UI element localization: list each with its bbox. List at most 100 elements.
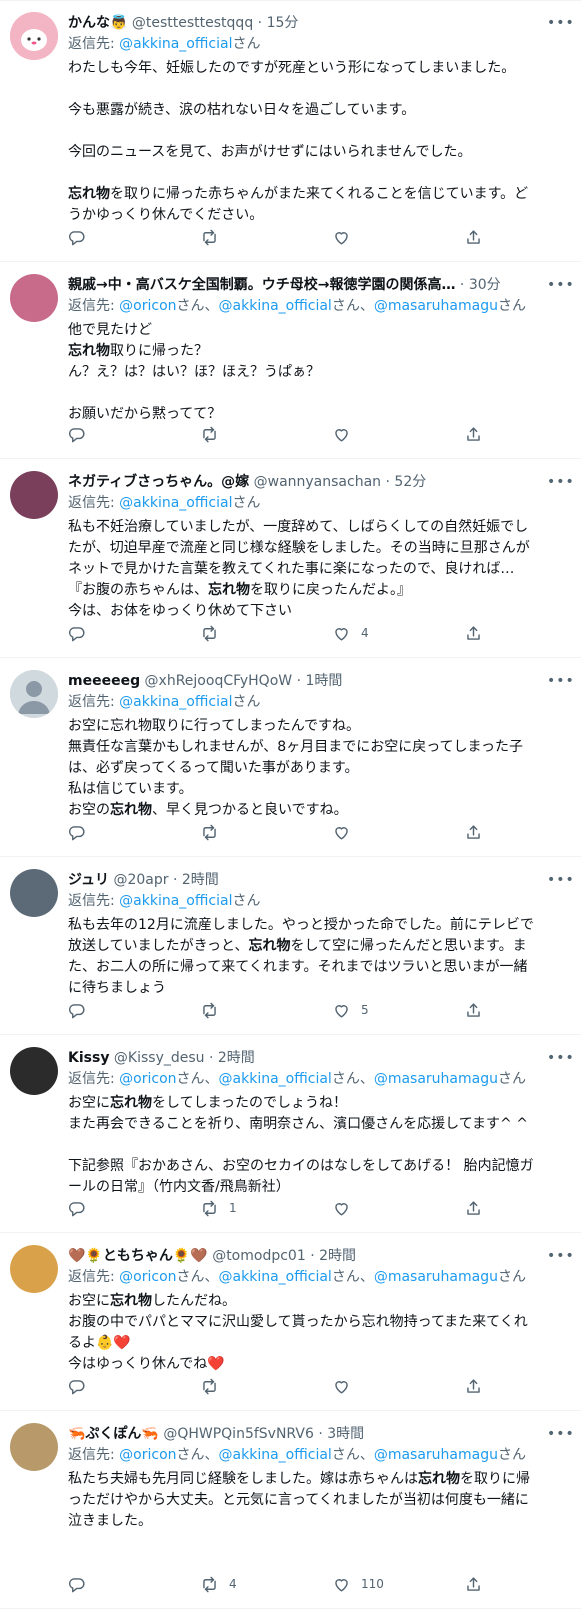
- avatar[interactable]: [10, 1245, 58, 1293]
- tweet[interactable]: 親戚→中・高バスケ全国制覇。ウチ母校→報徳学園の関係高… · 30分 ••• 返信先…: [0, 262, 581, 459]
- mention-link[interactable]: @akkina_official: [219, 1071, 332, 1087]
- more-options-icon[interactable]: •••: [547, 13, 574, 33]
- reply-button[interactable]: [68, 821, 87, 843]
- display-name[interactable]: 🦐ぷくぽん🦐: [68, 1426, 159, 1442]
- mention-link[interactable]: @akkina_official: [119, 694, 232, 710]
- user-handle[interactable]: @xhRejooqCFyHQoW: [145, 673, 293, 689]
- reply-button[interactable]: [68, 622, 87, 644]
- avatar[interactable]: [10, 1047, 58, 1095]
- avatar[interactable]: [10, 12, 58, 60]
- mention-link[interactable]: @oricon: [119, 298, 176, 314]
- reply-button[interactable]: [68, 1375, 87, 1397]
- user-handle[interactable]: @testtesttestqqq: [132, 15, 253, 31]
- like-button[interactable]: [332, 1197, 351, 1219]
- tweet[interactable]: かんな👼 @testtesttestqqq · 15分 ••• 返信先: @akki…: [0, 0, 581, 262]
- mention-link[interactable]: @oricon: [119, 1071, 176, 1087]
- tweet[interactable]: 🦐ぷくぽん🦐 @QHWPQin5fSvNRV6 · 3時間 ••• 返信先: @or…: [0, 1411, 581, 1609]
- more-options-icon[interactable]: •••: [547, 870, 574, 890]
- tweet[interactable]: meeeeeg @xhRejooqCFyHQoW · 1時間 ••• 返信先: @a…: [0, 658, 581, 857]
- display-name[interactable]: ジュリ: [68, 872, 109, 888]
- reply-button[interactable]: [68, 1197, 87, 1219]
- tweet[interactable]: ネガティブさっちゃん。@嫁 @wannyansachan · 52分 ••• 返信先…: [0, 459, 581, 658]
- user-handle[interactable]: @tomodpc01: [212, 1248, 306, 1264]
- mention-link[interactable]: @masaruhamagu: [374, 1447, 498, 1463]
- timestamp[interactable]: 30分: [469, 277, 501, 293]
- share-button[interactable]: [464, 821, 483, 843]
- retweet-button[interactable]: 4: [200, 1573, 237, 1595]
- reply-button[interactable]: [68, 423, 87, 445]
- reply-button[interactable]: [68, 1573, 87, 1595]
- user-handle[interactable]: @Kissy_desu: [114, 1050, 205, 1066]
- avatar[interactable]: [10, 274, 58, 322]
- share-button[interactable]: [464, 1375, 483, 1397]
- mention-link[interactable]: @masaruhamagu: [374, 298, 498, 314]
- more-options-icon[interactable]: •••: [547, 671, 574, 691]
- like-button[interactable]: [332, 821, 351, 843]
- mention-link[interactable]: @akkina_official: [119, 495, 232, 511]
- timestamp[interactable]: 15分: [267, 15, 299, 31]
- reply-icon: [69, 1003, 85, 1018]
- mention-link[interactable]: @akkina_official: [119, 893, 232, 909]
- display-name[interactable]: かんな👼: [68, 15, 127, 31]
- tweet[interactable]: ジュリ @20apr · 2時間 ••• 返信先: @akkina_official…: [0, 857, 581, 1035]
- avatar[interactable]: [10, 670, 58, 718]
- user-handle[interactable]: @20apr: [113, 872, 168, 888]
- share-button[interactable]: [464, 1197, 483, 1219]
- tweet[interactable]: 🤎🌻ともちゃん🌻🤎 @tomodpc01 · 2時間 ••• 返信先: @orico…: [0, 1233, 581, 1411]
- mention-link[interactable]: @masaruhamagu: [374, 1071, 498, 1087]
- retweet-button[interactable]: [200, 622, 219, 644]
- more-options-icon[interactable]: •••: [547, 275, 574, 295]
- comma: 、: [204, 298, 219, 314]
- user-handle[interactable]: @wannyansachan: [254, 474, 381, 490]
- more-options-icon[interactable]: •••: [547, 472, 574, 492]
- more-options-icon[interactable]: •••: [547, 1246, 574, 1266]
- like-button[interactable]: 5: [332, 999, 369, 1021]
- like-button[interactable]: 4: [332, 622, 369, 644]
- display-name[interactable]: Kissy: [68, 1050, 109, 1066]
- mention-link[interactable]: @oricon: [119, 1269, 176, 1285]
- display-name[interactable]: 🤎🌻ともちゃん🌻🤎: [68, 1248, 208, 1264]
- share-button[interactable]: [464, 1573, 483, 1595]
- share-button[interactable]: [464, 423, 483, 445]
- reply-button[interactable]: [68, 226, 87, 248]
- retweet-button[interactable]: [200, 821, 219, 843]
- tweet[interactable]: Kissy @Kissy_desu · 2時間 ••• 返信先: @oriconさん…: [0, 1035, 581, 1233]
- retweet-button[interactable]: [200, 999, 219, 1021]
- reply-button[interactable]: [68, 999, 87, 1021]
- retweet-button[interactable]: [200, 226, 219, 248]
- more-options-icon[interactable]: •••: [547, 1424, 574, 1444]
- display-name[interactable]: ネガティブさっちゃん。@嫁: [68, 474, 249, 490]
- action-bar: [68, 821, 541, 843]
- share-button[interactable]: [464, 226, 483, 248]
- mention-link[interactable]: @akkina_official: [219, 1269, 332, 1285]
- mention-link[interactable]: @masaruhamagu: [374, 1269, 498, 1285]
- like-button[interactable]: 110: [332, 1573, 384, 1595]
- timestamp[interactable]: 2時間: [218, 1050, 255, 1066]
- retweet-button[interactable]: [200, 1375, 219, 1397]
- share-button[interactable]: [464, 622, 483, 644]
- retweet-button[interactable]: 1: [200, 1197, 237, 1219]
- display-name[interactable]: meeeeeg: [68, 673, 140, 689]
- share-button[interactable]: [464, 999, 483, 1021]
- display-name[interactable]: 親戚→中・高バスケ全国制覇。ウチ母校→報徳学園の関係高…: [68, 277, 455, 293]
- timestamp[interactable]: 52分: [394, 474, 426, 490]
- timestamp[interactable]: 2時間: [319, 1248, 356, 1264]
- timestamp[interactable]: 2時間: [182, 872, 219, 888]
- like-button[interactable]: [332, 226, 351, 248]
- text-line: 放送していましたがきっと、忘れ物をして空に帰ったんだと思います。ま: [68, 938, 527, 954]
- timestamp[interactable]: 1時間: [305, 673, 342, 689]
- like-button[interactable]: [332, 423, 351, 445]
- like-button[interactable]: [332, 1375, 351, 1397]
- timestamp[interactable]: 3時間: [327, 1426, 364, 1442]
- user-handle[interactable]: @QHWPQin5fSvNRV6: [163, 1426, 314, 1442]
- mention-link[interactable]: @akkina_official: [119, 36, 232, 52]
- mention-link[interactable]: @akkina_official: [219, 1447, 332, 1463]
- avatar[interactable]: [10, 1423, 58, 1471]
- mention-link[interactable]: @akkina_official: [219, 298, 332, 314]
- avatar[interactable]: [10, 471, 58, 519]
- avatar[interactable]: [10, 869, 58, 917]
- more-options-icon[interactable]: •••: [547, 1048, 574, 1068]
- retweet-button[interactable]: [200, 423, 219, 445]
- mention-link[interactable]: @oricon: [119, 1447, 176, 1463]
- honorific: さん: [497, 298, 526, 314]
